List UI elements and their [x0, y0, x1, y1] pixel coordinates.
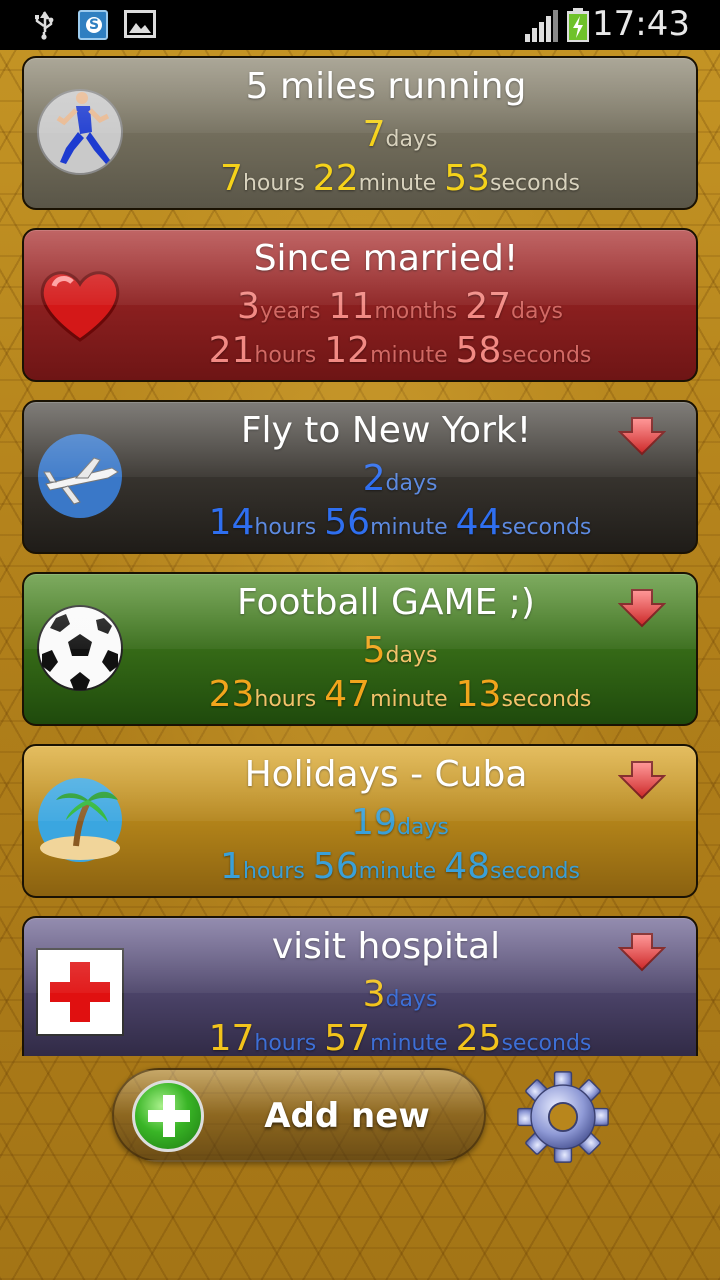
countdown-unit: seconds [501, 343, 592, 368]
countdown-value: 3 [237, 286, 260, 327]
countdown-value: 13 [455, 674, 502, 715]
countdown-secondary: 21hours 12minute 58seconds [24, 330, 696, 371]
countdown-unit: minute [370, 515, 448, 540]
event-card[interactable]: 5 miles running 7days 7hours 22minute 53seco… [22, 56, 698, 210]
event-title: Fly to New York! [240, 410, 532, 451]
countdown-value: 53 [444, 158, 491, 199]
countdown-unit: minute [370, 1031, 448, 1056]
countdown-value: 14 [208, 502, 255, 543]
add-new-label: Add new [264, 1096, 430, 1136]
countdown-unit: years [259, 299, 321, 324]
countdown-unit: days [396, 815, 449, 840]
event-card[interactable]: visit hospital 3days 17hours 57minute 25seco… [22, 916, 698, 1056]
countdown-unit: minute [370, 687, 448, 712]
countdown-secondary: 23hours 47minute 13seconds [24, 674, 696, 715]
red-down-arrow-icon[interactable] [617, 760, 667, 800]
countdown-unit: days [385, 987, 438, 1012]
countdown-unit: hours [254, 343, 317, 368]
countdown-unit: hours [254, 1031, 317, 1056]
add-new-button[interactable]: Add new [112, 1068, 486, 1162]
countdown-value: 25 [455, 1018, 502, 1056]
event-card[interactable]: Holidays - Cuba 19days 1hours 56minute 48sec… [22, 744, 698, 898]
red-down-arrow-icon[interactable] [617, 416, 667, 456]
countdown-value: 23 [208, 674, 255, 715]
red-down-arrow-icon[interactable] [617, 588, 667, 628]
countdown-unit: hours [254, 687, 317, 712]
countdown-unit: hours [254, 515, 317, 540]
countdown-unit: days [511, 299, 563, 324]
countdown-value: 58 [455, 330, 502, 371]
countdown-unit: minute [370, 343, 448, 368]
countdown-secondary: 1hours 56minute 48seconds [24, 846, 696, 887]
countdown-value: 22 [312, 158, 359, 199]
event-card[interactable]: Football GAME ;) 5days 23hours 47minute 13se… [22, 572, 698, 726]
plus-icon [132, 1080, 204, 1152]
event-card[interactable]: Since married! 3years 11months 27days 21hour… [22, 228, 698, 382]
countdown-unit: days [385, 471, 438, 496]
event-list[interactable]: 5 miles running 7days 7hours 22minute 53seco… [22, 56, 698, 1056]
countdown-value: 27 [465, 286, 511, 327]
status-time: 17:43 [592, 4, 690, 44]
usb-icon [35, 11, 54, 40]
gear-icon[interactable] [516, 1070, 610, 1164]
skype-icon: S [78, 10, 108, 40]
countdown-unit: months [374, 299, 458, 324]
countdown-value: 7 [362, 114, 386, 155]
countdown-unit: days [385, 127, 438, 152]
event-title: visit hospital [271, 926, 501, 967]
countdown-unit: seconds [501, 515, 592, 540]
countdown-value: 56 [312, 846, 359, 887]
countdown-value: 11 [328, 286, 375, 327]
event-title: Holidays - Cuba [244, 754, 528, 795]
countdown-value: 57 [324, 1018, 371, 1056]
event-card[interactable]: Fly to New York! 2days 14hours 56minute 44se… [22, 400, 698, 554]
countdown-secondary: 7hours 22minute 53seconds [24, 158, 696, 199]
countdown-primary: 7days [24, 114, 696, 155]
countdown-unit: minute [358, 859, 437, 884]
countdown-primary: 5days [24, 630, 696, 671]
countdown-primary: 3days [24, 974, 696, 1015]
countdown-primary: 3years 11months 27days [24, 286, 696, 327]
battery-charging-icon [567, 8, 589, 42]
countdown-value: 3 [362, 974, 386, 1015]
countdown-value: 19 [351, 802, 397, 843]
countdown-secondary: 17hours 57minute 25seconds [24, 1018, 696, 1056]
event-title: 5 miles running [245, 66, 527, 107]
countdown-unit: hours [242, 859, 305, 884]
countdown-unit: days [385, 643, 438, 668]
countdown-primary: 19days [24, 802, 696, 843]
countdown-value: 17 [208, 1018, 255, 1056]
countdown-unit: seconds [501, 1031, 592, 1056]
countdown-unit: seconds [490, 171, 580, 196]
countdown-unit: minute [358, 171, 437, 196]
countdown-primary: 2days [24, 458, 696, 499]
countdown-value: 21 [208, 330, 255, 371]
countdown-value: 12 [324, 330, 371, 371]
countdown-value: 2 [362, 458, 386, 499]
countdown-value: 1 [220, 846, 243, 887]
countdown-value: 56 [324, 502, 371, 543]
event-title: Since married! [253, 238, 519, 279]
countdown-value: 5 [362, 630, 386, 671]
countdown-unit: seconds [501, 687, 592, 712]
signal-icon [525, 10, 558, 42]
countdown-unit: seconds [490, 859, 580, 884]
event-title: Football GAME ;) [237, 582, 535, 623]
red-down-arrow-icon[interactable] [617, 932, 667, 972]
countdown-value: 47 [324, 674, 371, 715]
countdown-secondary: 14hours 56minute 44seconds [24, 502, 696, 543]
countdown-value: 48 [444, 846, 491, 887]
countdown-value: 44 [455, 502, 502, 543]
image-icon [124, 10, 156, 38]
countdown-unit: hours [242, 171, 305, 196]
countdown-value: 7 [220, 158, 243, 199]
status-bar: S 17:43 [0, 0, 720, 50]
bottom-bar: Add new [0, 1056, 720, 1280]
